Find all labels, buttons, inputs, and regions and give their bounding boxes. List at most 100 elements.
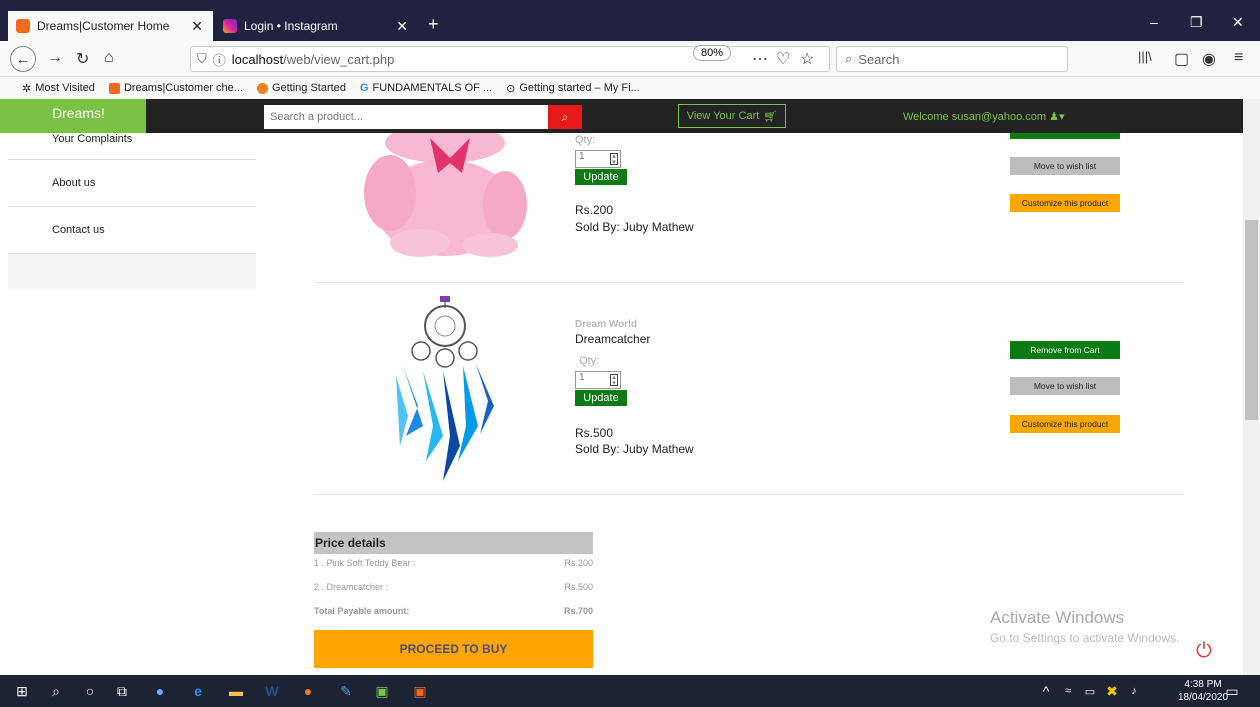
gear-icon: ✲	[22, 82, 32, 95]
move-to-wishlist-button[interactable]: Move to wish list	[1010, 157, 1120, 175]
library-icon[interactable]: |||\	[1138, 49, 1152, 64]
site-header: Dreams! Search a product... ⌕ View Your …	[0, 99, 1243, 133]
pocket-icon[interactable]: ♡	[776, 49, 790, 69]
price-row: 1 . Pink Soft Teddy Bear : Rs.200	[314, 558, 593, 568]
close-tab-icon[interactable]: ✕	[396, 18, 408, 35]
tray-chevron-icon[interactable]: ^	[1036, 681, 1056, 701]
tab-dreams[interactable]: Dreams|Customer Home ✕	[8, 11, 213, 41]
product-brand: Dream World	[575, 319, 638, 330]
account-icon[interactable]: ◉	[1202, 49, 1216, 69]
network-icon[interactable]: ≈	[1058, 681, 1078, 701]
menu-icon[interactable]: ≡	[1234, 49, 1243, 67]
xampp-icon[interactable]: ▣	[410, 681, 430, 701]
browser-search-field[interactable]: ⌕ Search	[836, 46, 1068, 72]
quantity-stepper[interactable]: 1 ▴ ▾	[575, 371, 621, 389]
price-row: 2 . Dreamcatcher : Rs.500	[314, 582, 593, 592]
spinner-arrows-icon[interactable]: ▴ ▾	[610, 374, 618, 387]
proceed-to-buy-button[interactable]: PROCEED TO BUY	[314, 630, 593, 668]
tab-instagram[interactable]: Login • Instagram ✕	[213, 11, 418, 41]
volume-icon[interactable]: ♪	[1124, 681, 1144, 701]
customize-product-button[interactable]: Customize this product	[1010, 415, 1120, 433]
remove-from-cart-button[interactable]: Remove from Cart	[1010, 341, 1120, 359]
welcome-text: Welcome susan@yahoo.com	[903, 111, 1047, 123]
sidebar-item-complaints[interactable]: Your Complaints	[8, 133, 256, 160]
update-button[interactable]: Update	[575, 169, 627, 185]
back-icon[interactable]: ←	[10, 46, 36, 72]
teddy-bear-image	[364, 133, 527, 257]
battery-icon[interactable]: ▭	[1080, 681, 1100, 701]
paint-icon[interactable]: ✎	[336, 681, 356, 701]
qty-label: Qty:	[579, 355, 600, 367]
product-price: Rs.200	[575, 203, 614, 217]
quantity-stepper[interactable]: 1 ▴ ▾	[575, 150, 621, 168]
word-icon[interactable]: W	[262, 681, 282, 701]
instagram-favicon-icon	[223, 19, 237, 33]
update-button[interactable]: Update	[575, 390, 627, 406]
spinner-arrows-icon[interactable]: ▴ ▾	[610, 153, 618, 166]
file-explorer-icon[interactable]: ▬	[226, 681, 246, 701]
search-placeholder: Search	[858, 51, 900, 67]
edge-icon[interactable]: e	[188, 681, 208, 701]
cortana-icon[interactable]: ○	[80, 681, 100, 701]
bookmark-most-visited[interactable]: ✲ Most Visited	[22, 82, 95, 95]
more-actions-icon[interactable]: ⋯	[752, 49, 768, 69]
sidebar-item-contact[interactable]: Contact us	[8, 207, 256, 254]
product-price: Rs.500	[575, 426, 614, 440]
bookmark-dreams[interactable]: Dreams|Customer che...	[108, 82, 243, 94]
view-cart-button[interactable]: View Your Cart 🛒︎	[678, 104, 786, 128]
sidebar-icon[interactable]: ▢	[1174, 49, 1189, 69]
product-search-button[interactable]: ⌕	[548, 105, 582, 129]
product-search-placeholder: Search a product...	[270, 111, 363, 123]
bookmark-getting-started-my[interactable]: ⊙ Getting started – My Fi...	[506, 82, 640, 95]
firefox-icon[interactable]: ●	[298, 681, 318, 701]
clock-date: 18/04/2020	[1178, 692, 1229, 703]
bookmark-star-icon[interactable]: ☆	[800, 49, 814, 69]
bookmark-fundamentals[interactable]: G FUNDAMENTALS OF ...	[360, 82, 492, 94]
restore-icon[interactable]: ❐	[1190, 14, 1203, 31]
clock-time: 4:38 PM	[1184, 679, 1222, 690]
url-host: localhost	[231, 51, 284, 67]
welcome-user-menu[interactable]: Welcome susan@yahoo.com ♟▾	[903, 110, 1064, 123]
reload-icon[interactable]: ↻	[76, 49, 89, 69]
system-clock[interactable]: 4:38 PM 18/04/2020	[1178, 678, 1228, 704]
minimize-icon[interactable]: –	[1150, 14, 1158, 30]
close-tab-icon[interactable]: ✕	[191, 18, 203, 35]
photos-icon[interactable]: ▣	[372, 681, 392, 701]
customize-product-button[interactable]: Customize this product	[1010, 194, 1120, 212]
zoom-level[interactable]: 80%	[693, 45, 732, 61]
sidebar-item-about[interactable]: About us	[8, 160, 256, 207]
product-search-input[interactable]: Search a product...	[264, 105, 548, 129]
scrollbar-thumb[interactable]	[1245, 220, 1258, 420]
xampp-favicon-icon	[16, 19, 30, 33]
site-logo[interactable]: Dreams!	[0, 99, 146, 133]
xampp-tray-icon[interactable]: ✖	[1102, 681, 1122, 701]
divider	[314, 282, 1184, 283]
new-tab-icon[interactable]: +	[428, 14, 439, 35]
move-to-wishlist-button[interactable]: Move to wish list	[1010, 377, 1120, 395]
bookmark-getting-started[interactable]: Getting Started	[256, 82, 346, 94]
activate-windows-subtitle: Go to Settings to activate Windows.	[990, 631, 1180, 645]
notifications-icon[interactable]: ▭	[1222, 681, 1242, 701]
browser-tab-bar: Dreams|Customer Home ✕ Login • Instagram…	[0, 0, 1260, 41]
search-icon: ⌕	[561, 109, 569, 124]
search-icon[interactable]: ⌕	[46, 681, 66, 701]
shield-icon[interactable]: ⛉	[197, 51, 207, 67]
info-icon[interactable]: ⓘ	[213, 50, 226, 69]
task-view-icon[interactable]: ⧉	[112, 681, 132, 701]
firefox-icon	[256, 82, 268, 94]
url-bar[interactable]: ⛉ ⓘ localhost/web/view_cart.php	[190, 46, 830, 72]
globe-icon: ⊙	[506, 82, 516, 95]
forward-icon[interactable]: →	[47, 49, 63, 67]
dreamcatcher-image	[396, 296, 494, 481]
remove-from-cart-button[interactable]	[1010, 133, 1120, 139]
product-name[interactable]: Dreamcatcher	[575, 332, 650, 346]
edge-legacy-icon[interactable]: ●	[150, 681, 170, 701]
close-window-icon[interactable]: ✕	[1232, 14, 1244, 31]
windows-start-icon[interactable]: ⊞	[12, 681, 32, 701]
url-path: /web/view_cart.php	[283, 51, 395, 67]
product-seller: Sold By: Juby Mathew	[575, 442, 694, 456]
home-icon[interactable]: ⌂	[104, 49, 114, 67]
tab-title: Dreams|Customer Home	[37, 19, 170, 33]
user-icon: ♟▾	[1049, 111, 1065, 123]
power-icon[interactable]: ⏻	[1196, 640, 1212, 663]
